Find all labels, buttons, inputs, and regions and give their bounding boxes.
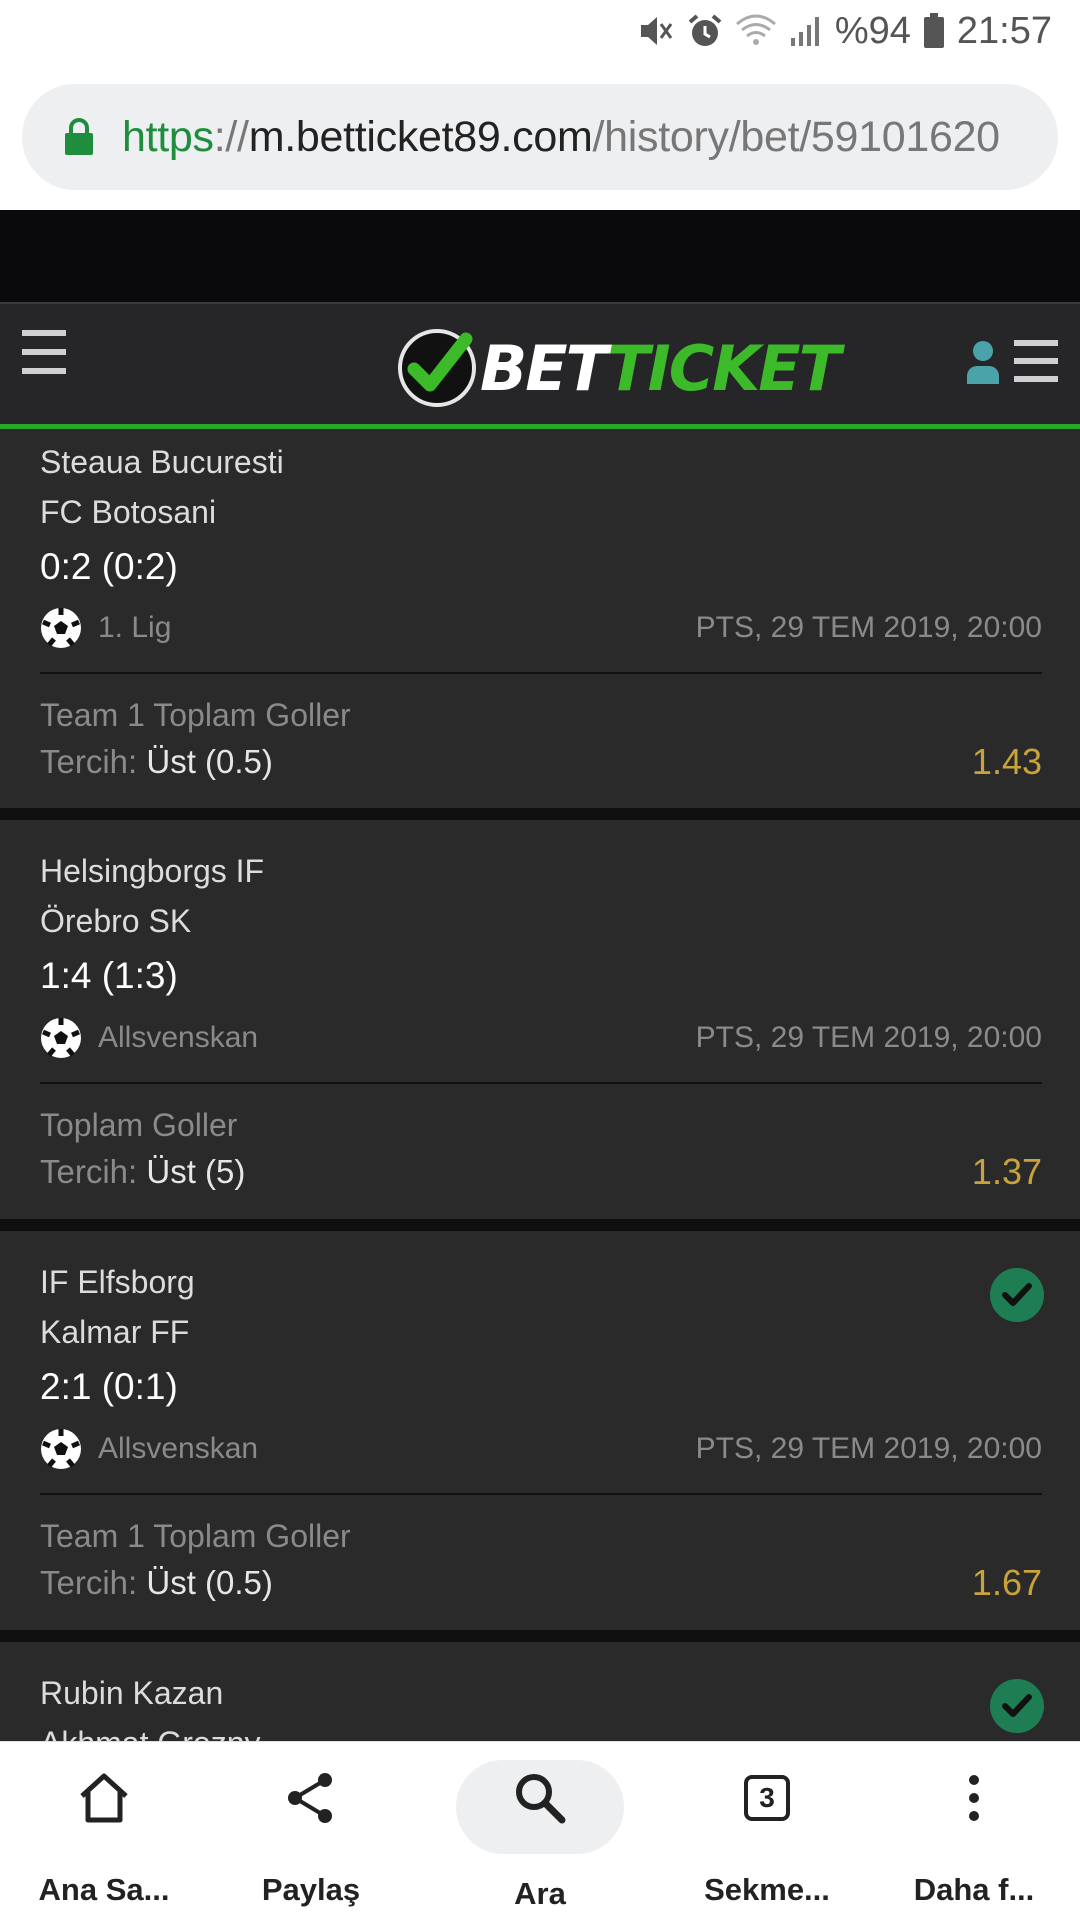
soccer-ball-icon: [41, 608, 81, 648]
url-host: m.betticket89.com: [248, 112, 593, 161]
match-date: PTS, 29 TEM 2019, 20:00: [695, 1432, 1042, 1465]
won-check-icon: [990, 1268, 1044, 1322]
team-away: Örebro SK: [40, 903, 192, 939]
team-away: Kalmar FF: [40, 1314, 190, 1350]
nav-tabs[interactable]: 3 Sekme...: [667, 1742, 867, 1920]
bet-choice: Tercih: Üst (0.5): [40, 743, 273, 781]
bet-market: Team 1 Toplam Goller: [40, 1518, 351, 1554]
bet-odds: 1.67: [971, 1562, 1042, 1603]
soccer-ball-icon: [41, 1429, 81, 1469]
choice-label: Tercih:: [40, 1564, 138, 1601]
share-icon: [288, 1773, 332, 1823]
bet-history-list: Steaua Bucuresti FC Botosani 0:2 (0:2) 1…: [0, 429, 1080, 1741]
logo-text-white: BET: [480, 331, 609, 405]
match-date: PTS, 29 TEM 2019, 20:00: [695, 611, 1042, 644]
battery-icon: [923, 13, 945, 49]
team-away: Akhmat Grozny: [40, 1725, 261, 1741]
bet-card: Helsingborgs IF Örebro SK 1:4 (1:3) Alls…: [0, 820, 1080, 1219]
nav-home[interactable]: Ana Sa...: [4, 1742, 204, 1920]
app-header: BETTICKET: [0, 302, 1080, 428]
choice-label: Tercih:: [40, 743, 138, 780]
nav-home-label: Ana Sa...: [38, 1872, 170, 1907]
logo-text: BETTICKET: [480, 331, 841, 405]
clock: 21:57: [956, 9, 1052, 52]
choice-value: Üst (0.5): [146, 1564, 273, 1601]
match-score: 0:2 (0:2): [40, 546, 178, 587]
url-path: /history/bet/59101620: [592, 112, 1001, 161]
bet-card: IF Elfsborg Kalmar FF 2:1 (0:1) Allsvens…: [0, 1231, 1080, 1630]
bet-odds: 1.43: [971, 741, 1042, 782]
browser-bottom-nav: Ana Sa... Paylaş Ara 3 Sekme... Daha f..…: [0, 1741, 1080, 1920]
nav-search-label: Ara: [514, 1876, 566, 1911]
match-date: PTS, 29 TEM 2019, 20:00: [695, 1021, 1042, 1054]
more-vert-icon: [969, 1775, 979, 1821]
logo[interactable]: BETTICKET: [396, 326, 841, 410]
league-name: Allsvenskan: [98, 1432, 259, 1465]
bet-card: Rubin Kazan Akhmat Grozny: [0, 1642, 1080, 1741]
logo-text-green: TICKET: [607, 331, 841, 405]
bet-choice: Tercih: Üst (5): [40, 1153, 245, 1191]
nav-share[interactable]: Paylaş: [211, 1742, 411, 1920]
choice-label: Tercih:: [40, 1153, 138, 1190]
home-icon: [80, 1773, 128, 1823]
divider: [40, 1082, 1042, 1084]
url-separator: ://: [213, 112, 249, 161]
match-score: 1:4 (1:3): [40, 955, 178, 996]
bet-odds: 1.37: [971, 1151, 1042, 1192]
nav-more-label: Daha f...: [913, 1872, 1035, 1907]
nav-more[interactable]: Daha f...: [874, 1742, 1074, 1920]
choice-value: Üst (0.5): [146, 743, 273, 780]
league-name: 1. Lig: [98, 611, 172, 644]
league-name: Allsvenskan: [98, 1021, 259, 1054]
team-home: Rubin Kazan: [40, 1675, 224, 1711]
nav-search[interactable]: Ara: [440, 1742, 640, 1920]
alarm-icon: [687, 13, 723, 49]
team-away: FC Botosani: [40, 494, 217, 530]
divider: [40, 1493, 1042, 1495]
search-icon: [516, 1774, 566, 1824]
divider: [40, 672, 1042, 674]
team-home: Helsingborgs IF: [40, 853, 265, 889]
wifi-icon: [735, 14, 777, 48]
logo-check-icon: [398, 329, 476, 407]
nav-share-label: Paylaş: [261, 1872, 361, 1907]
signal-icon: [789, 14, 823, 48]
bet-card: Steaua Bucuresti FC Botosani 0:2 (0:2) 1…: [0, 429, 1080, 808]
status-bar: %94 21:57: [0, 0, 1080, 62]
tabs-icon: 3: [744, 1775, 790, 1821]
lock-icon: [65, 118, 93, 155]
nav-tabs-label: Sekme...: [704, 1872, 830, 1907]
team-home: IF Elfsborg: [40, 1264, 195, 1300]
bet-market: Toplam Goller: [40, 1107, 238, 1143]
won-check-icon: [990, 1679, 1044, 1733]
choice-value: Üst (5): [146, 1153, 246, 1190]
url-text: https://m.betticket89.com/history/bet/59…: [122, 113, 1000, 162]
team-home: Steaua Bucuresti: [40, 444, 284, 480]
account-menu-icon[interactable]: [1014, 340, 1058, 384]
top-banner: [0, 210, 1080, 302]
menu-icon[interactable]: [22, 330, 68, 374]
user-icon[interactable]: [966, 340, 1000, 384]
bet-market: Team 1 Toplam Goller: [40, 697, 351, 733]
browser-toolbar: https://m.betticket89.com/history/bet/59…: [0, 62, 1080, 210]
bet-choice: Tercih: Üst (0.5): [40, 1564, 273, 1602]
mute-icon: [639, 14, 675, 48]
soccer-ball-icon: [41, 1018, 81, 1058]
url-bar[interactable]: https://m.betticket89.com/history/bet/59…: [22, 84, 1058, 190]
battery-percent: %94: [834, 9, 911, 52]
match-score: 2:1 (0:1): [40, 1366, 178, 1407]
url-scheme: https: [122, 112, 214, 161]
